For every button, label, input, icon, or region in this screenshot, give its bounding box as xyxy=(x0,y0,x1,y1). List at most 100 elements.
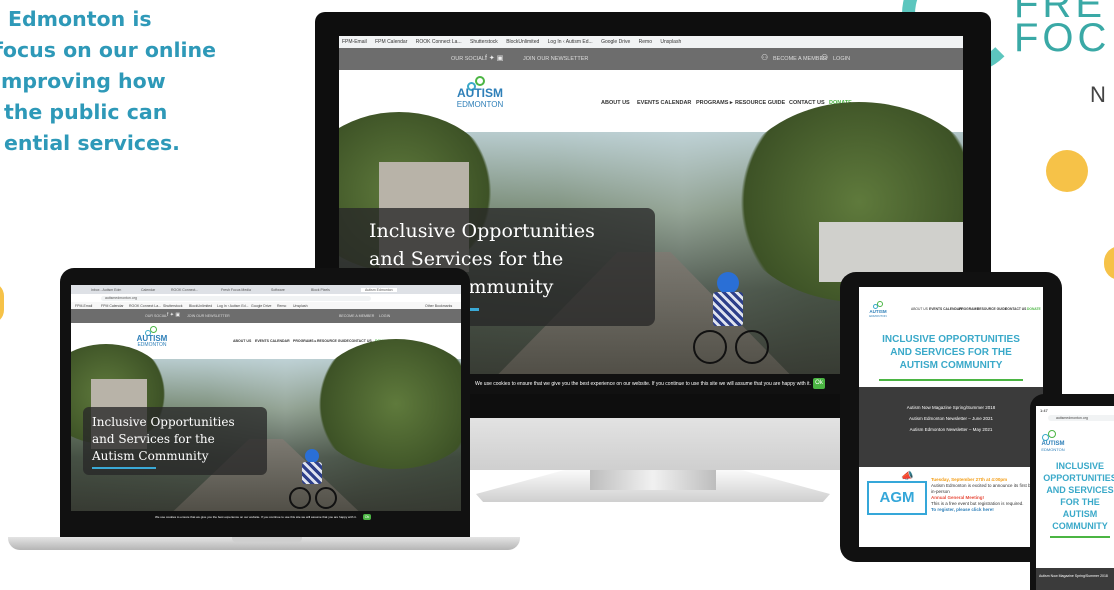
bookmark[interactable]: Unsplash xyxy=(660,39,681,45)
tablet-screen: AUTISM EDMONTON ABOUT US EVENTS CALENDAR… xyxy=(859,287,1043,547)
social-icons[interactable]: f ✦ ▣ xyxy=(485,54,503,62)
newsletter-section: Autism Now Magazine Spring/Summer 2018 A… xyxy=(859,387,1043,467)
address-bar: autismedmonton.org xyxy=(71,294,461,302)
status-time: 1:47 xyxy=(1040,408,1048,413)
become-member-link[interactable]: BECOME A MEMBER xyxy=(339,314,374,318)
browser-tab[interactable]: ROOK Connect... xyxy=(171,288,198,292)
bookmark[interactable]: Remo xyxy=(277,304,286,308)
cookie-text: We use cookies to ensure that we give yo… xyxy=(475,381,811,387)
newsletter-link[interactable]: Autism Now Magazine Spring/Summer 2018 xyxy=(859,405,1043,410)
nav-about[interactable]: ABOUT US xyxy=(601,100,630,106)
browser-tab[interactable]: Calendar xyxy=(141,288,155,292)
browser-tab[interactable]: Fresh Focus Media xyxy=(221,288,251,292)
bookmark[interactable]: BlockUnlimited xyxy=(189,304,212,308)
our-social-label: OUR SOCIAL xyxy=(145,314,168,318)
bookmark[interactable]: FPM Calendar xyxy=(101,304,124,308)
title-line: INCLUSIVE xyxy=(1055,461,1104,471)
newsletter-link[interactable]: Autism Edmonton Newsletter – June 2021 xyxy=(859,416,1043,421)
hero-title-line: Inclusive Opportunities xyxy=(92,415,235,429)
title-underline xyxy=(879,379,1023,381)
nav-contact[interactable]: CONTACT US xyxy=(1005,307,1026,311)
browser-tab[interactable]: Block Pixels xyxy=(311,288,330,292)
hero-title-line: Inclusive Opportunities xyxy=(369,220,595,242)
title-line: INCLUSIVE OPPORTUNITIES xyxy=(882,334,1020,345)
newsletter-link[interactable]: Autism Edmonton Newsletter – May 2021 xyxy=(859,427,1043,432)
browser-tabs: Inbox - Autism Edm Calendar ROOK Connect… xyxy=(71,285,461,294)
other-bookmarks[interactable]: Other Bookmarks xyxy=(425,304,452,308)
intro-text: Edmonton is focus on our online improvin… xyxy=(0,4,284,159)
nav-about[interactable]: ABOUT US xyxy=(911,307,928,311)
url-field[interactable]: autismedmonton.org xyxy=(101,295,371,301)
bookmarks-bar: FPM-Email FPM Calendar ROOK Connect La..… xyxy=(71,302,461,309)
browser-tab[interactable]: Inbox - Autism Edm xyxy=(91,288,121,292)
member-icon: ⚇ xyxy=(761,53,769,62)
cookie-ok-button[interactable]: Ok xyxy=(363,514,371,520)
phone-address-bar[interactable]: autismedmonton.org xyxy=(1048,415,1114,421)
nav-programs[interactable]: PROGRAMS ▸ xyxy=(293,339,316,343)
bookmarks-bar: FPM-Email FPM Calendar ROOK Connect La..… xyxy=(339,36,963,48)
cookie-ok-button[interactable]: Ok xyxy=(813,378,825,389)
login-icon: ⚇ xyxy=(821,53,829,62)
agm-register-link[interactable]: To register, please click here! xyxy=(931,507,1041,513)
site-logo[interactable]: AUTISM EDMONTON xyxy=(445,87,515,110)
login-link[interactable]: LOGIN xyxy=(833,56,850,62)
bookmark[interactable]: ROOK Connect La... xyxy=(416,39,462,45)
agm-label: AGM xyxy=(879,489,915,506)
newsletter-link[interactable]: JOIN OUR NEWSLETTER xyxy=(187,314,230,318)
nav-events[interactable]: EVENTS CALENDAR xyxy=(255,339,290,343)
page-title: INCLUSIVE OPPORTUNITIES AND SERVICES FOR… xyxy=(869,333,1033,372)
title-line: OPPORTUNITIES xyxy=(1043,473,1114,483)
browser-tab[interactable]: Autism Edmonton xyxy=(361,288,397,292)
brand-logo-text: N xyxy=(1090,82,1106,107)
bookmark[interactable]: Google Drive xyxy=(251,304,271,308)
phone-url: autismedmonton.org xyxy=(1056,416,1088,420)
nav-programs[interactable]: PROGRAMS xyxy=(959,307,978,311)
phone-screen: 1:47 autismedmonton.org AUTISM EDMONTON … xyxy=(1036,406,1114,590)
bookmark[interactable]: Shutterstock xyxy=(470,39,498,45)
nav-events[interactable]: EVENTS CALENDAR xyxy=(637,100,691,106)
nav-resources[interactable]: RESOURCE GUIDE xyxy=(735,100,785,106)
site-logo[interactable]: AUTISM EDMONTON xyxy=(865,309,891,318)
hero-accent-bar xyxy=(92,467,156,469)
site-logo[interactable]: AUTISM EDMONTON xyxy=(129,335,175,349)
newsletter-link[interactable]: Autism Now Magazine Spring/Summer 2018 xyxy=(1039,574,1108,578)
browser-tab[interactable]: Software xyxy=(271,288,285,292)
bookmark[interactable]: FPM Calendar xyxy=(375,39,407,45)
intro-line: focus on our online xyxy=(0,38,217,62)
hero-text-box: Inclusive Opportunities and Services for… xyxy=(83,407,267,475)
bookmark[interactable]: BlockUnlimited xyxy=(506,39,539,45)
nav-programs[interactable]: PROGRAMS ▸ xyxy=(696,100,733,106)
site-topbar: OUR SOCIAL f ✦ ▣ JOIN OUR NEWSLETTER BEC… xyxy=(71,309,461,323)
bookmark[interactable]: FPM-Email xyxy=(342,39,367,45)
bookmark[interactable]: Log In ‹ Autism Ed... xyxy=(548,39,593,45)
bookmark[interactable]: FPM-Email xyxy=(75,304,92,308)
agm-description: Tuesday, September 27th at 4:00pm Autism… xyxy=(931,477,1041,513)
agm-graphic: AGM xyxy=(867,481,927,515)
bookmark[interactable]: ROOK Connect La... xyxy=(129,304,161,308)
title-line: AND SERVICES FOR THE xyxy=(890,347,1012,358)
nav-contact[interactable]: CONTACT US xyxy=(789,100,825,106)
bookmark[interactable]: Shutterstock xyxy=(163,304,182,308)
newsletter-link[interactable]: JOIN OUR NEWSLETTER xyxy=(523,56,588,62)
decorative-dot xyxy=(1046,150,1088,192)
intro-line: ential services. xyxy=(4,131,180,155)
nav-about[interactable]: ABOUT US xyxy=(233,339,251,343)
login-link[interactable]: LOGIN xyxy=(379,314,390,318)
hero-title-line: and Services for the xyxy=(92,432,215,446)
bookmark[interactable]: Log In ‹ Autism Ed... xyxy=(217,304,249,308)
newsletter-section: Autism Now Magazine Spring/Summer 2018 xyxy=(1036,568,1114,590)
nav-resources[interactable]: RESOURCE GUIDE xyxy=(317,339,349,343)
hero-title-line: and Services for the xyxy=(369,248,564,270)
bookmark[interactable]: Remo xyxy=(639,39,652,45)
nav-donate[interactable]: DONATE xyxy=(1027,307,1041,311)
site-logo[interactable]: AUTISM EDMONTON xyxy=(1036,441,1070,452)
laptop-notch xyxy=(232,537,302,543)
intro-line: Edmonton is xyxy=(8,7,152,31)
social-icons[interactable]: f ✦ ▣ xyxy=(167,312,180,318)
become-member-link[interactable]: BECOME A MEMBER xyxy=(773,56,827,62)
bookmark[interactable]: Unsplash xyxy=(293,304,308,308)
megaphone-icon: 📣 xyxy=(901,471,914,482)
bookmark[interactable]: Google Drive xyxy=(601,39,630,45)
nav-events[interactable]: EVENTS CALENDAR xyxy=(929,307,962,311)
nav-resources[interactable]: RESOURCE GUIDE xyxy=(977,307,1007,311)
